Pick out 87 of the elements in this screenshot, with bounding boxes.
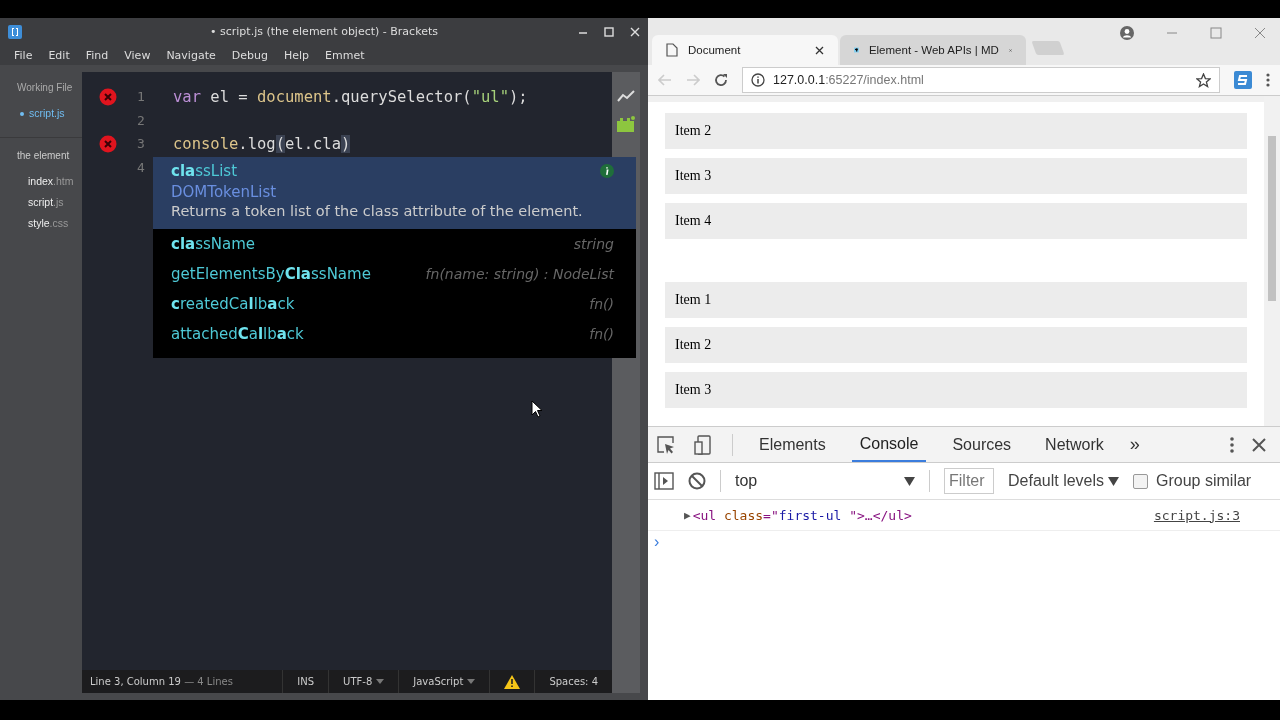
line-number: 3 — [136, 136, 146, 152]
hint-name: createdCallback — [171, 295, 295, 313]
hint-item[interactable]: getElementsByClassName fn(name: string) : NodeList — [153, 259, 636, 289]
menu-item[interactable]: View — [116, 48, 159, 62]
hint-item[interactable]: classList DOMTokenList Returns a token list of the class attribute of the element. — [153, 157, 636, 229]
caret-icon — [467, 679, 476, 684]
language-dropdown[interactable]: JavaScript — [398, 670, 490, 693]
source-link[interactable]: script.js:3 — [1153, 507, 1240, 523]
brackets-logo-icon — [8, 24, 22, 39]
hint-type: fn(name: string) : NodeList — [425, 266, 614, 282]
expand-toggle[interactable]: ▶ — [684, 508, 691, 522]
close-icon[interactable] — [1252, 437, 1266, 452]
project-file[interactable]: style.css — [0, 213, 82, 234]
scrollbar[interactable] — [1264, 96, 1280, 426]
devtools-tab[interactable]: Sources — [944, 427, 1020, 462]
working-file[interactable]: script.js — [0, 93, 82, 119]
code-line: console.log(el.cla) — [173, 134, 351, 153]
close-tab-icon[interactable] — [815, 45, 824, 55]
cursor-position: Line 3, Column 19 — 4 Lines — [89, 676, 234, 687]
project-file[interactable]: index.htm — [0, 171, 82, 192]
list-item: Item 2 — [665, 327, 1247, 363]
list-item: Item 2 — [665, 113, 1247, 149]
address-bar[interactable]: 127.0.0.1:65227/index.html — [742, 67, 1220, 93]
browser-tab[interactable]: Element - Web APIs | MD — [840, 35, 1026, 65]
checkbox-label: Group similar — [1156, 472, 1252, 490]
mouse-cursor-icon — [531, 400, 543, 418]
menu-item[interactable]: Find — [77, 48, 117, 62]
window-title: • script.js (the element object) - Brackets — [210, 25, 438, 38]
hint-name: classList — [171, 162, 237, 180]
devtools-tab[interactable]: Console — [851, 427, 927, 462]
menu-item[interactable]: Navigate — [158, 48, 224, 62]
devtools-tab[interactable]: Elements — [751, 427, 834, 462]
encoding-dropdown[interactable]: UTF-8 — [328, 670, 399, 693]
console-prompt[interactable]: › — [648, 531, 660, 551]
list-item: Item 3 — [665, 372, 1247, 408]
hint-item[interactable]: createdCallback fn() — [153, 289, 636, 319]
info-icon[interactable] — [600, 164, 614, 178]
insert-mode[interactable]: INS — [282, 670, 329, 693]
page-icon — [666, 43, 678, 57]
more-tabs-button[interactable]: » — [1129, 434, 1140, 455]
inspect-icon[interactable] — [656, 434, 676, 455]
hint-type: string — [573, 236, 614, 252]
checkbox[interactable] — [1133, 473, 1149, 489]
extension-icon[interactable] — [617, 116, 635, 132]
clear-console-icon[interactable] — [688, 472, 706, 490]
more-options-icon[interactable] — [1230, 436, 1234, 453]
menu-item[interactable]: Edit — [40, 48, 78, 62]
hint-type: fn() — [589, 326, 614, 342]
hint-name: attachedCallback — [171, 325, 304, 343]
extension-icon[interactable] — [1234, 71, 1252, 89]
hint-name: className — [171, 235, 256, 253]
hint-item[interactable]: attachedCallback fn() — [153, 319, 636, 349]
hint-name: getElementsByClassName — [171, 265, 371, 283]
hint-type: DOMTokenList — [171, 183, 278, 201]
device-icon[interactable] — [694, 434, 714, 455]
hint-type: fn() — [589, 296, 614, 312]
line-number: 2 — [136, 112, 146, 128]
devtools-tab[interactable]: Network — [1037, 427, 1112, 462]
levels-dropdown[interactable]: Default levels — [1008, 472, 1120, 490]
warning-icon[interactable] — [504, 674, 521, 689]
menu-item[interactable]: File — [6, 48, 41, 62]
context-dropdown[interactable]: top — [735, 472, 915, 490]
hint-description: Returns a token list of the class attribute of the element. — [171, 203, 584, 219]
caret-icon — [376, 679, 385, 684]
caret-icon — [904, 476, 915, 486]
log-message[interactable]: <ul class="first-ul ">…</ul> — [692, 507, 912, 523]
bullet-icon — [20, 112, 24, 117]
list-item: Item 4 — [665, 203, 1247, 239]
working-files-label: Working File — [16, 81, 74, 93]
menu-item[interactable]: Debug — [223, 48, 276, 62]
line-number: 4 — [136, 159, 146, 175]
line-number: 1 — [136, 89, 146, 105]
list-item: Item 1 — [665, 282, 1247, 318]
menu-item[interactable]: Emmet — [317, 48, 373, 62]
project-file[interactable]: script.js — [0, 192, 82, 213]
live-preview-icon[interactable] — [617, 90, 635, 102]
menu-item[interactable]: Help — [275, 48, 317, 62]
profile-icon[interactable] — [1120, 26, 1134, 40]
code-line: var el = document.querySelector("ul"); — [173, 87, 528, 106]
menu-icon[interactable] — [1266, 73, 1270, 87]
hint-item[interactable]: className string — [153, 229, 636, 259]
list-item: Item 3 — [665, 158, 1247, 194]
filter-field[interactable]: Filter — [944, 468, 994, 494]
browser-tab[interactable]: Document — [652, 35, 838, 65]
caret-icon — [1108, 476, 1120, 486]
reload-icon[interactable] — [714, 73, 728, 87]
sidebar-toggle-icon[interactable] — [654, 472, 674, 490]
